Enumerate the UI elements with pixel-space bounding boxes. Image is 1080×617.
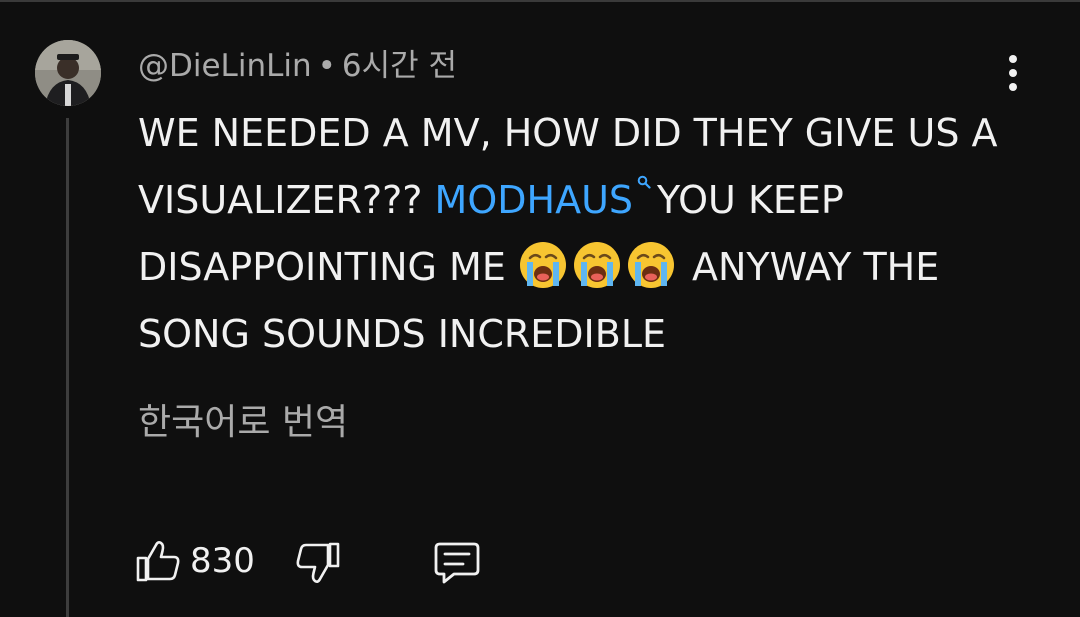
mention-link[interactable]: MODHAUS bbox=[435, 175, 657, 222]
more-actions-button[interactable] bbox=[996, 50, 1030, 96]
comment-icon[interactable] bbox=[432, 538, 482, 586]
thumbs-up-icon[interactable] bbox=[134, 538, 182, 584]
top-divider bbox=[0, 0, 1080, 2]
loudly-crying-face-icon bbox=[519, 242, 566, 288]
loudly-crying-face-icon bbox=[627, 242, 674, 288]
thumbs-down-icon[interactable] bbox=[294, 540, 342, 586]
translate-link[interactable]: 한국어로 번역 bbox=[138, 400, 348, 446]
mention-label[interactable]: MODHAUS bbox=[435, 178, 633, 222]
comment-text: WE NEEDED A MV, HOW DID THEY GIVE US A V… bbox=[138, 100, 1018, 368]
header-separator: • bbox=[317, 48, 336, 84]
comment-timestamp[interactable]: 6시간 전 bbox=[342, 48, 457, 84]
search-icon bbox=[637, 175, 651, 189]
like-count: 830 bbox=[190, 541, 255, 581]
thread-line bbox=[66, 118, 69, 617]
vertical-dots-icon bbox=[1009, 55, 1017, 63]
loudly-crying-face-icon bbox=[573, 242, 620, 288]
comment-header: @DieLinLin • 6시간 전 bbox=[138, 46, 457, 86]
avatar[interactable] bbox=[35, 40, 101, 106]
author-name[interactable]: @DieLinLin bbox=[138, 48, 312, 84]
